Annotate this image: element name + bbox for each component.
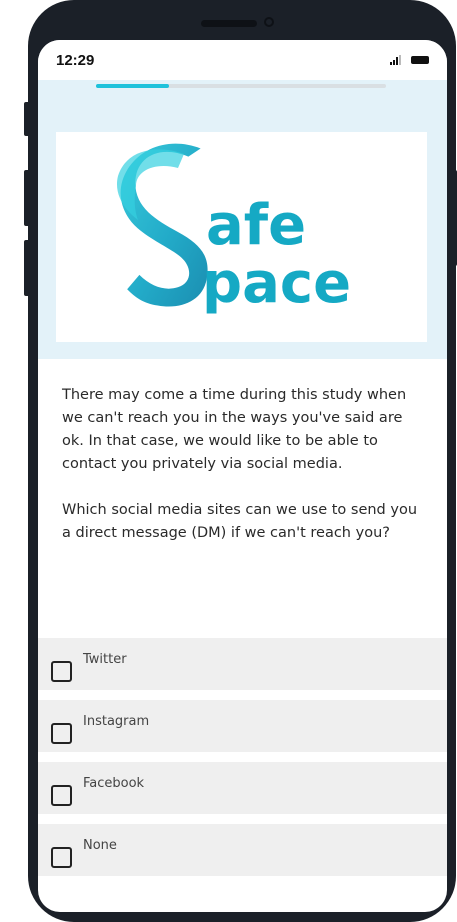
- status-bar: 12:29: [38, 40, 447, 80]
- question-text: There may come a time during this study …: [62, 384, 422, 568]
- checkbox[interactable]: [51, 660, 72, 682]
- battery-icon: [411, 56, 429, 64]
- checkbox[interactable]: [51, 784, 72, 806]
- safe-space-logo-graphic: afe pace: [116, 143, 351, 316]
- answer-options: Twitter Instagram Facebook None: [38, 638, 447, 886]
- logo-word-afe: afe: [206, 193, 306, 258]
- progress-bar-fill: [96, 84, 169, 88]
- signal-icon: [390, 55, 401, 65]
- intro-paragraph: There may come a time during this study …: [62, 387, 407, 472]
- option-label: Instagram: [83, 713, 150, 729]
- option-none[interactable]: None: [38, 824, 447, 876]
- option-instagram[interactable]: Instagram: [38, 700, 447, 752]
- status-icons: [390, 55, 429, 65]
- safe-space-logo: afe pace: [56, 132, 427, 342]
- logo-word-pace: pace: [202, 251, 351, 316]
- option-twitter[interactable]: Twitter: [38, 638, 447, 690]
- checkbox[interactable]: [51, 846, 72, 868]
- status-time: 12:29: [56, 51, 95, 69]
- checkbox[interactable]: [51, 722, 72, 744]
- question-prompt: Which social media sites can we use to s…: [62, 502, 418, 541]
- option-label: None: [83, 837, 117, 853]
- option-facebook[interactable]: Facebook: [38, 762, 447, 814]
- front-camera: [264, 17, 274, 27]
- speaker-grille: [201, 20, 257, 27]
- option-label: Twitter: [83, 651, 127, 667]
- phone-screen: 12:29 afe pace There may come a time dur…: [38, 40, 447, 912]
- header-banner: afe pace: [38, 80, 447, 359]
- option-label: Facebook: [83, 775, 145, 791]
- progress-bar: [96, 84, 386, 88]
